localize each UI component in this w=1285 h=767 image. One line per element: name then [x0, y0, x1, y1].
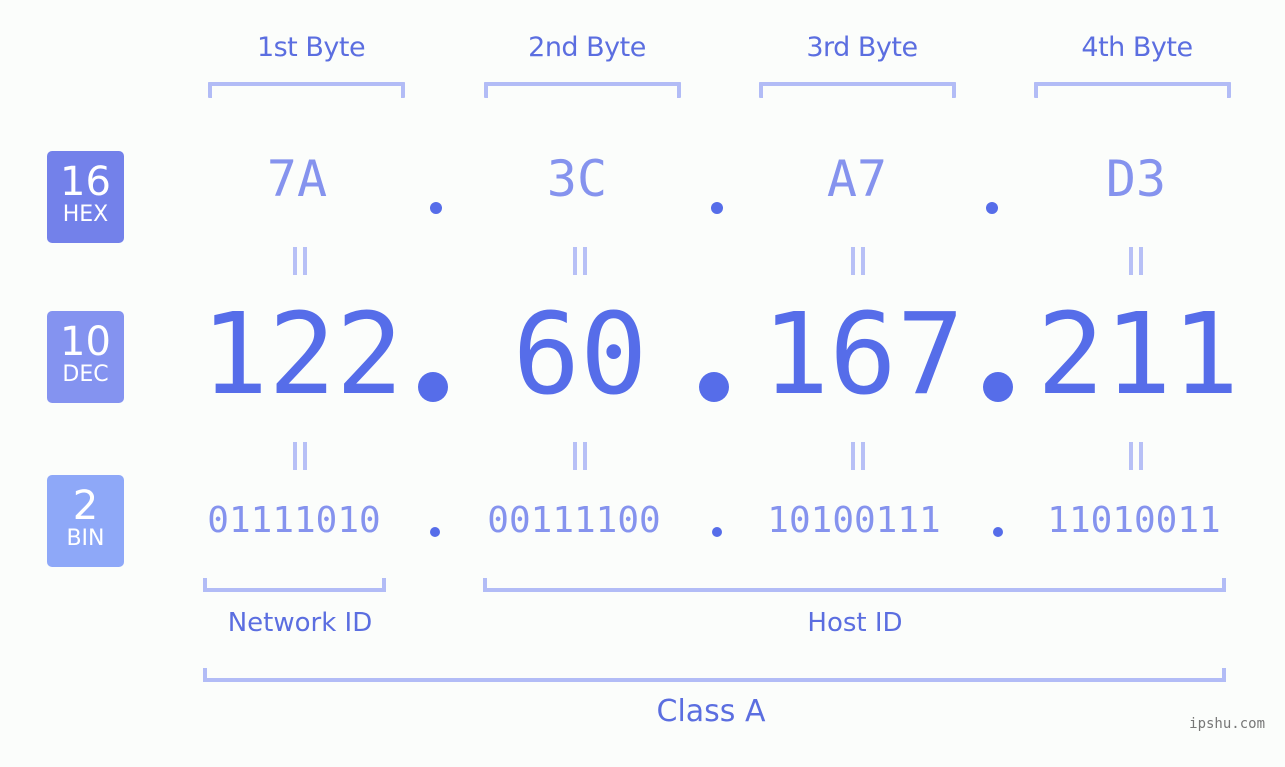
equals-icon: [1116, 247, 1156, 279]
hex-byte-3: A7: [826, 150, 888, 208]
dec-dot-1: [418, 372, 448, 402]
bin-dot-1: [430, 527, 440, 537]
host-id-label: Host ID: [807, 608, 903, 638]
equals-icon: [838, 442, 878, 474]
byte-bracket-4: [1034, 82, 1231, 98]
bin-byte-3: 10100111: [767, 500, 941, 541]
hex-byte-2: 3C: [546, 150, 608, 208]
equals-icon: [280, 442, 320, 474]
equals-icon: [560, 442, 600, 474]
bin-base-label: BIN: [66, 526, 105, 551]
byte-bracket-3: [759, 82, 956, 98]
bin-badge: 2 BIN: [47, 475, 124, 567]
hex-base-number: 16: [60, 159, 111, 205]
bin-byte-2: 00111100: [487, 500, 661, 541]
equals-icon: [280, 247, 320, 279]
bin-byte-1: 01111010: [207, 500, 381, 541]
class-bracket: [203, 668, 1226, 682]
byte-bracket-1: [208, 82, 405, 98]
byte-label-1: 1st Byte: [256, 32, 366, 63]
equals-icon: [1116, 442, 1156, 474]
equals-icon: [560, 247, 600, 279]
dec-base-label: DEC: [62, 362, 109, 387]
dec-dot-2: [699, 372, 729, 402]
byte-label-4: 4th Byte: [1081, 32, 1193, 63]
hex-dot-2: [711, 202, 723, 214]
dec-byte-4: 211: [1036, 290, 1240, 420]
network-id-bracket: [203, 578, 386, 592]
hex-dot-1: [430, 202, 442, 214]
bin-base-number: 2: [72, 483, 99, 529]
bin-dot-2: [712, 527, 722, 537]
hex-byte-1: 7A: [266, 150, 328, 208]
byte-bracket-2: [484, 82, 681, 98]
byte-label-2: 2nd Byte: [528, 32, 646, 63]
watermark: ipshu.com: [1189, 716, 1265, 732]
hex-byte-4: D3: [1105, 150, 1167, 208]
hex-base-label: HEX: [62, 202, 109, 227]
byte-label-3: 3rd Byte: [806, 32, 918, 63]
bin-byte-4: 11010011: [1047, 500, 1221, 541]
dec-base-number: 10: [60, 319, 111, 365]
dec-badge: 10 DEC: [47, 311, 124, 403]
dec-byte-2: 60: [512, 290, 648, 420]
dec-byte-1: 122: [200, 290, 404, 420]
host-id-bracket: [483, 578, 1226, 592]
hex-badge: 16 HEX: [47, 151, 124, 243]
dec-byte-3: 167: [761, 290, 965, 420]
network-id-label: Network ID: [227, 608, 373, 638]
equals-icon: [838, 247, 878, 279]
bin-dot-3: [993, 527, 1003, 537]
class-label: Class A: [656, 694, 766, 729]
hex-dot-3: [986, 202, 998, 214]
